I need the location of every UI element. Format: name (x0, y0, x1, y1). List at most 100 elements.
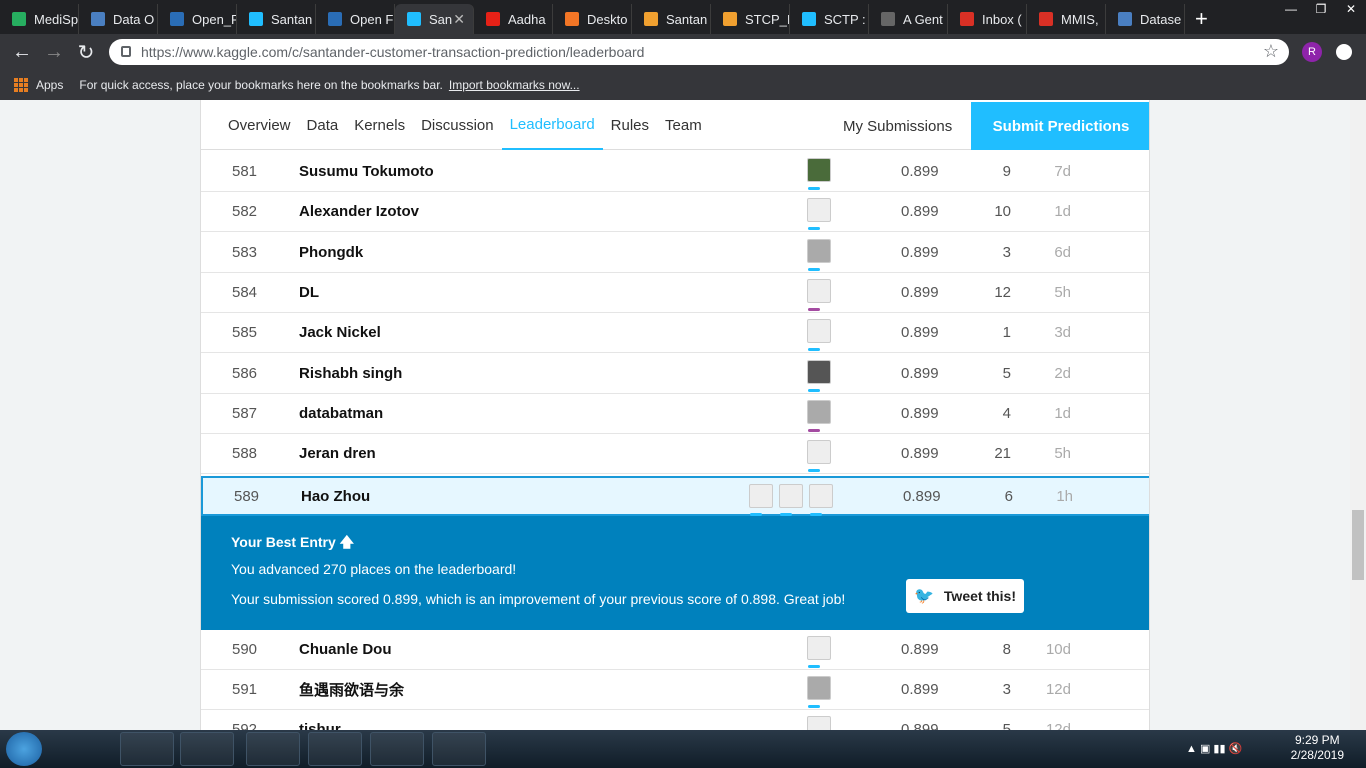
entries-cell: 4 (1002, 404, 1011, 422)
file-explorer-icon[interactable] (120, 732, 174, 766)
browser-tab[interactable]: Deskto (553, 4, 632, 34)
tier-indicator (808, 665, 820, 668)
team-member-avatar[interactable] (809, 484, 833, 516)
tab-team[interactable]: Team (657, 102, 710, 150)
taskbar-clock[interactable]: 9:29 PM 2/28/2019 (1291, 733, 1344, 763)
submit-predictions-button[interactable]: Submit Predictions (971, 102, 1149, 150)
browser-tab[interactable]: Aadha (474, 4, 553, 34)
team-member-avatar[interactable] (807, 278, 831, 311)
table-row[interactable]: 587 databatman 0.899 4 1d (201, 394, 1149, 434)
score-cell: 0.899 (901, 641, 939, 658)
browser-tab[interactable]: Data O (79, 4, 158, 34)
table-row[interactable]: 590 Chuanle Dou 0.899 8 10d (201, 630, 1149, 670)
rank-cell: 581 (232, 163, 258, 180)
team-member-avatar[interactable] (807, 158, 831, 190)
tweet-button[interactable]: 🐦 Tweet this! (906, 579, 1024, 613)
score-cell: 0.899 (901, 721, 939, 730)
tab-kernels[interactable]: Kernels (346, 102, 413, 150)
browser-tab[interactable]: Santan (237, 4, 316, 34)
browser-tab[interactable]: Open F (316, 4, 395, 34)
ie-icon[interactable] (62, 732, 116, 766)
terminal-icon[interactable] (432, 732, 486, 766)
browser-tab[interactable]: Inbox ( (948, 4, 1027, 34)
team-member-avatar[interactable] (807, 319, 831, 352)
table-row[interactable]: 585 Jack Nickel 0.899 1 3d (201, 313, 1149, 354)
bookmark-star-icon[interactable]: ☆ (1263, 41, 1279, 62)
browser-tab[interactable]: SCTP : (790, 4, 869, 34)
table-row[interactable]: 591 鱼遇雨欲语与余 0.899 3 12d (201, 670, 1149, 710)
tier-indicator (808, 187, 820, 190)
team-member-avatar[interactable] (807, 399, 831, 432)
back-icon[interactable]: ← (6, 41, 38, 64)
tab-favicon-icon (881, 12, 895, 26)
tab-rules[interactable]: Rules (603, 102, 657, 150)
browser-tab[interactable]: MMIS, (1027, 4, 1106, 34)
team-name: Hao Zhou (301, 487, 371, 505)
team-member-avatar[interactable] (807, 676, 831, 708)
browser-tab[interactable]: A Gent (869, 4, 948, 34)
last-submission-cell: 10d (1045, 641, 1071, 658)
tier-indicator (808, 428, 820, 432)
restore-icon[interactable]: ❐ (1306, 0, 1336, 18)
team-member-avatar[interactable] (807, 716, 831, 730)
profile-avatar[interactable]: R (1302, 42, 1322, 62)
scrollbar-thumb[interactable] (1352, 510, 1364, 580)
tab-data[interactable]: Data (299, 102, 347, 150)
my-submissions-link[interactable]: My Submissions (843, 102, 952, 150)
clock-time: 9:29 PM (1294, 733, 1340, 747)
your-team-row[interactable]: 589 Hao Zhou 0.899 6 1h (201, 476, 1149, 516)
browser-tab[interactable]: San ✕ (395, 4, 474, 34)
app-circle-icon[interactable] (308, 732, 362, 766)
browser-tab[interactable]: Datase (1106, 4, 1185, 34)
tab-overview[interactable]: Overview (220, 102, 299, 150)
entries-cell: 3 (1002, 243, 1011, 261)
tier-indicator (808, 348, 820, 352)
table-row[interactable]: 581 Susumu Tokumoto 0.899 9 7d (201, 152, 1149, 192)
chrome-taskbar-icon[interactable] (246, 732, 300, 766)
tab-discussion[interactable]: Discussion (413, 102, 502, 150)
tab-title: Santan (666, 11, 708, 27)
entries-cell: 12 (994, 283, 1011, 301)
url-bar[interactable]: https://www.kaggle.com/c/santander-custo… (109, 39, 1289, 65)
table-row[interactable]: 584 DL 0.899 12 5h (201, 273, 1149, 313)
browser-tab[interactable]: Open_F (158, 4, 237, 34)
team-member-avatar[interactable] (807, 440, 831, 473)
reload-icon[interactable]: ↻ (70, 40, 102, 65)
tier-indicator (808, 705, 820, 708)
team-member-avatar[interactable] (807, 636, 831, 668)
table-row[interactable]: 583 Phongdk 0.899 3 6d (201, 233, 1149, 273)
table-row[interactable]: 588 Jeran dren 0.899 21 5h (201, 434, 1149, 475)
address-toolbar: ← → ↻ https://www.kaggle.com/c/santander… (0, 34, 1366, 70)
team-name: Susumu Tokumoto (299, 163, 434, 180)
extension-icon[interactable] (1336, 44, 1352, 60)
table-row[interactable]: 592 tishur 0.899 5 12d (201, 710, 1149, 730)
notepad-icon[interactable] (370, 732, 424, 766)
team-member-avatar[interactable] (807, 238, 831, 271)
entries-cell: 10 (994, 203, 1011, 221)
banner-title-text: Your Best Entry (231, 534, 336, 550)
system-tray-icons[interactable]: ▲ ▣ ▮▮ 🔇 (1186, 742, 1242, 755)
score-cell: 0.899 (901, 203, 939, 221)
start-button[interactable] (6, 732, 42, 766)
browser-tab[interactable]: MediSp (0, 4, 79, 34)
page-scrollbar[interactable] (1350, 100, 1366, 730)
table-row[interactable]: 582 Alexander Izotov 0.899 10 1d (201, 192, 1149, 233)
apps-grid-icon[interactable] (14, 78, 28, 92)
close-tab-icon[interactable]: ✕ (453, 11, 465, 28)
team-member-avatar[interactable] (807, 198, 831, 231)
browser-tab[interactable]: Santan (632, 4, 711, 34)
team-member-avatar[interactable] (749, 484, 773, 516)
tab-title: Santan (271, 11, 313, 27)
import-bookmarks-link[interactable]: Import bookmarks now... (449, 78, 580, 92)
media-player-icon[interactable] (180, 732, 234, 766)
tab-leaderboard[interactable]: Leaderboard (501, 102, 603, 150)
close-window-icon[interactable]: ✕ (1336, 0, 1366, 18)
new-tab-button[interactable]: + (1195, 4, 1208, 34)
team-member-avatar[interactable] (779, 484, 803, 516)
team-member-avatar[interactable] (807, 359, 831, 392)
browser-tab[interactable]: STCP_I (711, 4, 790, 34)
apps-link[interactable]: Apps (36, 78, 63, 92)
table-row[interactable]: 586 Rishabh singh 0.899 5 2d (201, 354, 1149, 394)
forward-icon[interactable]: → (38, 41, 70, 64)
minimize-icon[interactable]: — (1276, 0, 1306, 18)
